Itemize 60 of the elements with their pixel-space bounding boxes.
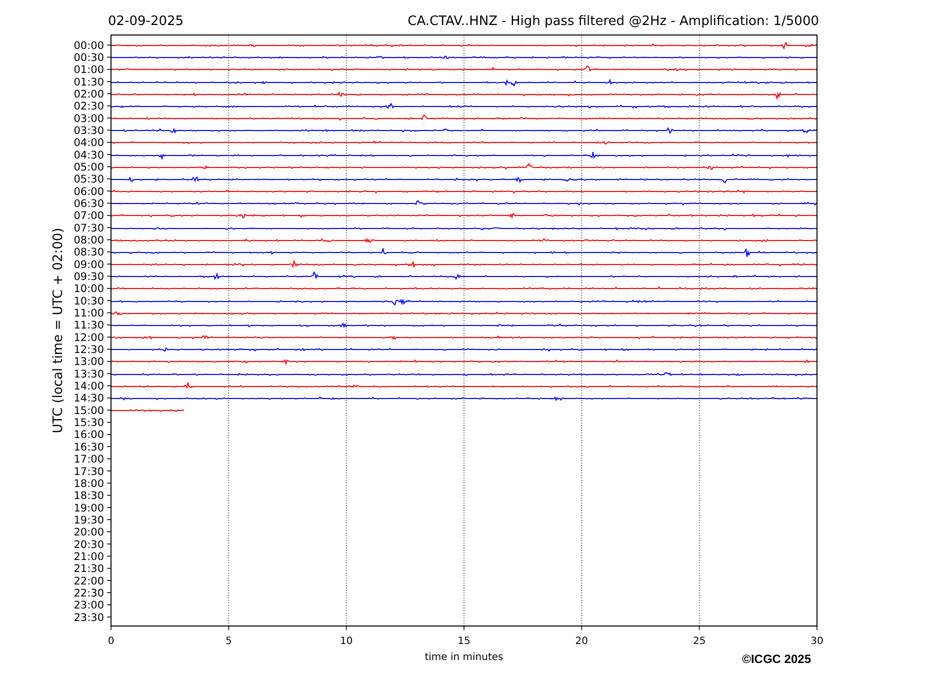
time-label: 04:00 <box>74 137 104 150</box>
time-label: 21:00 <box>74 550 104 563</box>
time-label: 08:30 <box>74 246 104 259</box>
time-label: 14:30 <box>74 392 104 405</box>
date-title: 02-09-2025 <box>108 14 184 29</box>
time-label: 03:30 <box>74 125 104 137</box>
time-label: 17:30 <box>74 466 104 478</box>
time-label: 09:00 <box>74 258 104 271</box>
time-label: 22:00 <box>74 575 104 588</box>
time-label: 18:30 <box>74 490 104 502</box>
time-label: 15:30 <box>74 417 104 430</box>
tick-label: 15 <box>458 636 470 647</box>
time-label: 04:30 <box>74 149 104 162</box>
x-axis-title: time in minutes <box>424 652 504 663</box>
tick-label: 25 <box>692 636 706 647</box>
time-label: 21:30 <box>74 563 104 576</box>
time-label: 07:30 <box>74 222 104 234</box>
time-label: 11:30 <box>74 320 104 332</box>
time-label: 02:30 <box>74 100 104 113</box>
time-label: 13:00 <box>74 356 104 368</box>
time-label: 08:00 <box>74 234 104 247</box>
time-label: 10:00 <box>74 283 104 296</box>
time-label: 07:00 <box>74 210 104 222</box>
tick-label: 0 <box>108 636 114 647</box>
time-label: 12:30 <box>74 344 104 356</box>
time-label: 06:00 <box>74 186 104 198</box>
tick-label: 20 <box>575 636 588 647</box>
plot-title: CA.CTAV..HNZ - High pass filtered @2Hz - Amplification: 1/5000 <box>408 14 819 29</box>
time-label: 20:00 <box>74 526 104 539</box>
time-label: 19:00 <box>74 502 104 514</box>
time-label: 00:30 <box>74 52 104 64</box>
time-label: 02:00 <box>74 88 104 100</box>
tick-label: 30 <box>810 636 824 647</box>
time-label: 22:30 <box>74 587 104 600</box>
time-label: 03:00 <box>74 112 104 125</box>
time-label: 06:30 <box>74 198 104 210</box>
time-label: 05:30 <box>74 174 104 186</box>
time-label: 00:00 <box>74 40 104 52</box>
time-label: 01:30 <box>74 76 104 88</box>
time-label: 23:00 <box>74 600 104 612</box>
copyright-text: ©ICGC 2025 <box>742 652 811 666</box>
time-label: 19:30 <box>74 514 104 526</box>
time-label: 13:30 <box>74 368 104 380</box>
tick-label: 10 <box>340 636 353 647</box>
time-label: 05:00 <box>74 162 104 174</box>
time-label: 09:30 <box>74 271 104 284</box>
time-label: 10:30 <box>74 295 104 308</box>
time-label: 17:00 <box>74 454 104 466</box>
time-label: 23:30 <box>74 612 104 624</box>
time-label: 11:00 <box>74 308 104 320</box>
time-label: 20:30 <box>74 538 104 551</box>
tick-label: 5 <box>225 636 232 647</box>
time-label: 14:00 <box>74 380 104 393</box>
time-label: 01:00 <box>74 64 104 76</box>
time-label: 16:00 <box>74 429 104 442</box>
time-label: 12:00 <box>74 332 104 344</box>
time-label: 18:00 <box>74 478 104 490</box>
time-label: 16:30 <box>74 441 104 454</box>
y-axis-title: UTC (local time = UTC + 02:00) <box>51 228 66 434</box>
time-label: 15:00 <box>74 404 104 417</box>
